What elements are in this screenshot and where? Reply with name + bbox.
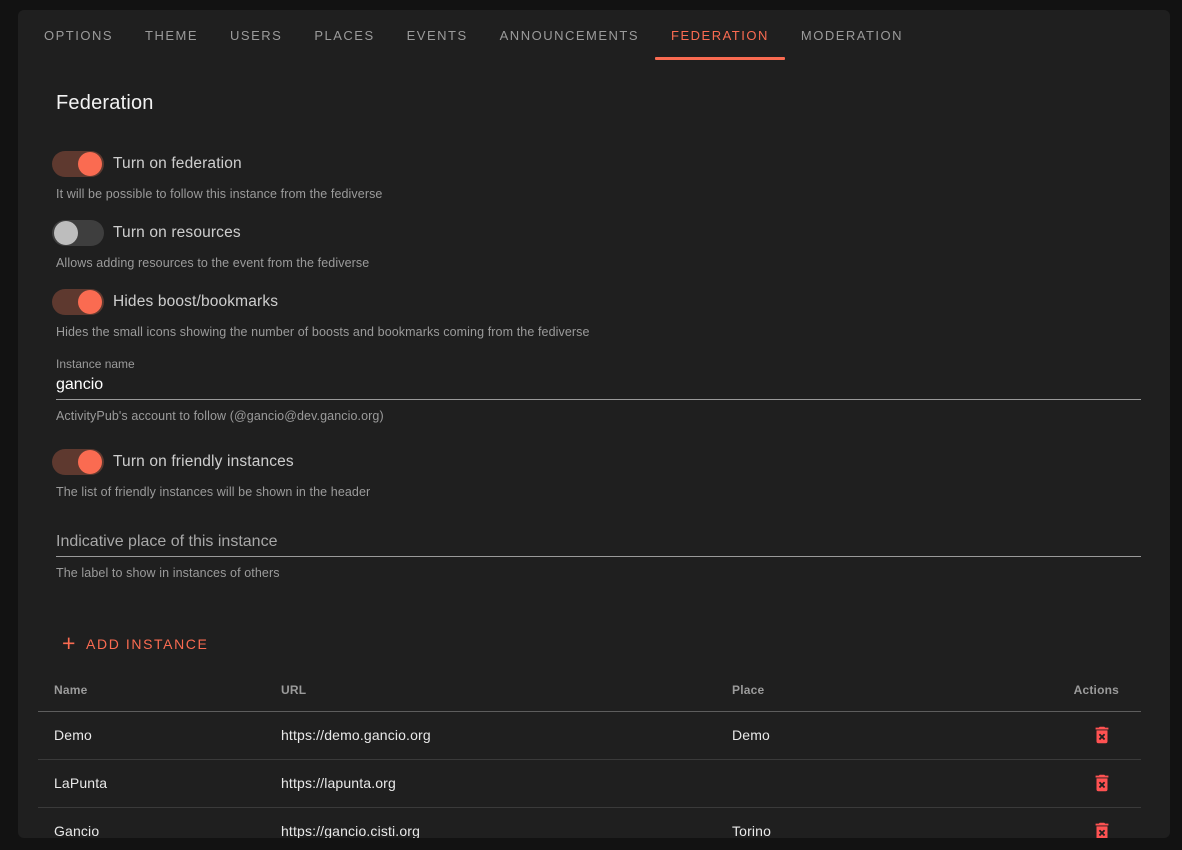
tab-label: Options <box>44 28 113 43</box>
add-instance-button-label: Add Instance <box>86 636 208 652</box>
delete-instance-button[interactable] <box>1089 770 1115 796</box>
column-header-actions: Actions <box>1001 669 1141 711</box>
tab-options[interactable]: Options <box>28 10 129 60</box>
friendly-instances-table: Name URL Place Actions Demo https://demo… <box>38 669 1141 838</box>
federation-toggle-hint: It will be possible to follow this insta… <box>56 187 1141 202</box>
setting-friendly-instances: Turn on friendly instances The list of f… <box>38 448 1141 500</box>
trash-delete-icon <box>1091 724 1113 746</box>
instance-name-cell: Demo <box>38 711 265 759</box>
resources-toggle-hint: Allows adding resources to the event fro… <box>56 256 1141 271</box>
delete-instance-button[interactable] <box>1089 818 1115 838</box>
instance-place-input[interactable] <box>56 530 1141 557</box>
tab-label: Theme <box>145 28 198 43</box>
instance-place-hint: The label to show in instances of others <box>56 566 1141 581</box>
instance-place-cell: Torino <box>716 807 1001 838</box>
page-title: Federation <box>56 90 1141 116</box>
column-header-name: Name <box>38 669 265 711</box>
tab-label: Events <box>407 28 468 43</box>
friendly-instances-toggle-hint: The list of friendly instances will be s… <box>56 485 1141 500</box>
instance-name-cell: LaPunta <box>38 759 265 807</box>
instance-name-label: Instance name <box>56 357 1141 371</box>
resources-toggle[interactable] <box>52 220 104 246</box>
hide-boosts-toggle[interactable] <box>52 289 104 315</box>
federation-toggle-label: Turn on federation <box>113 155 242 173</box>
instance-url-cell: https://gancio.cisti.org <box>265 807 716 838</box>
instance-url-cell: https://lapunta.org <box>265 759 716 807</box>
setting-resources: Turn on resources Allows adding resource… <box>38 219 1141 271</box>
tab-theme[interactable]: Theme <box>129 10 214 60</box>
tab-label: Users <box>230 28 282 43</box>
friendly-instances-toggle[interactable] <box>52 449 104 475</box>
tab-label: Moderation <box>801 28 903 43</box>
toggle-thumb <box>78 152 102 176</box>
federation-settings-panel: Federation Turn on federation It will be… <box>18 90 1170 838</box>
tab-active-indicator <box>655 57 785 60</box>
tab-users[interactable]: Users <box>214 10 298 60</box>
setting-federation: Turn on federation It will be possible t… <box>38 150 1141 202</box>
instance-place-cell <box>716 759 1001 807</box>
instance-url-cell: https://demo.gancio.org <box>265 711 716 759</box>
table-row: Demo https://demo.gancio.org Demo <box>38 711 1141 759</box>
tab-moderation[interactable]: Moderation <box>785 10 919 60</box>
tab-places[interactable]: Places <box>298 10 390 60</box>
trash-delete-icon <box>1091 820 1113 838</box>
instance-name-field-group: Instance name ActivityPub's account to f… <box>56 357 1141 424</box>
instance-name-hint: ActivityPub's account to follow (@gancio… <box>56 409 1141 424</box>
table-row: LaPunta https://lapunta.org <box>38 759 1141 807</box>
hide-boosts-toggle-label: Hides boost/bookmarks <box>113 293 278 311</box>
plus-icon: + <box>62 633 77 653</box>
delete-instance-button[interactable] <box>1089 722 1115 748</box>
tab-label: Federation <box>671 28 769 43</box>
tab-label: Places <box>314 28 374 43</box>
federation-toggle[interactable] <box>52 151 104 177</box>
table-header-row: Name URL Place Actions <box>38 669 1141 711</box>
toggle-thumb <box>78 290 102 314</box>
table-row: Gancio https://gancio.cisti.org Torino <box>38 807 1141 838</box>
setting-hide-boosts: Hides boost/bookmarks Hides the small ic… <box>38 288 1141 340</box>
hide-boosts-toggle-hint: Hides the small icons showing the number… <box>56 325 1141 340</box>
instance-name-cell: Gancio <box>38 807 265 838</box>
column-header-place: Place <box>716 669 1001 711</box>
resources-toggle-label: Turn on resources <box>113 224 241 242</box>
toggle-thumb <box>54 221 78 245</box>
instance-place-cell: Demo <box>716 711 1001 759</box>
trash-delete-icon <box>1091 772 1113 794</box>
admin-tabs: Options Theme Users Places Events Announ… <box>18 10 1170 60</box>
tab-label: Announcements <box>500 28 639 43</box>
add-instance-button[interactable]: + Add Instance <box>56 631 214 657</box>
friendly-instances-toggle-label: Turn on friendly instances <box>113 453 294 471</box>
toggle-thumb <box>78 450 102 474</box>
tab-events[interactable]: Events <box>391 10 484 60</box>
tab-announcements[interactable]: Announcements <box>484 10 655 60</box>
column-header-url: URL <box>265 669 716 711</box>
tab-federation[interactable]: Federation <box>655 10 785 60</box>
instance-place-field-group: The label to show in instances of others <box>56 530 1141 581</box>
instance-name-input[interactable] <box>56 373 1141 400</box>
admin-panel-card: Options Theme Users Places Events Announ… <box>18 10 1170 838</box>
